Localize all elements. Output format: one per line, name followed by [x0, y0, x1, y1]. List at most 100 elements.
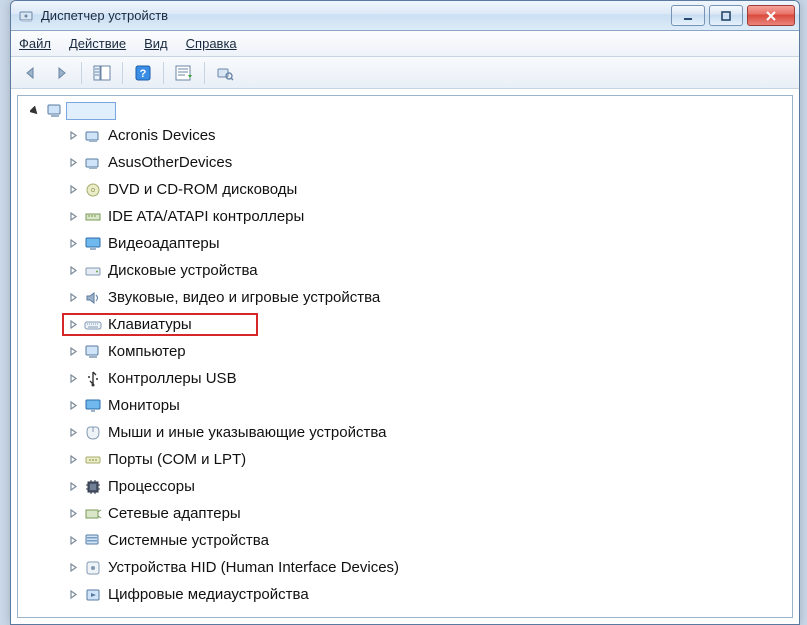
tree-item[interactable]: Системные устройства: [18, 527, 792, 554]
toolbar-separator: [163, 62, 164, 84]
tree-item[interactable]: Мониторы: [18, 392, 792, 419]
tree-item[interactable]: Дисковые устройства: [18, 257, 792, 284]
expand-icon[interactable]: [68, 131, 78, 141]
cpu-icon: [84, 478, 102, 496]
titlebar[interactable]: Диспетчер устройств: [11, 1, 799, 31]
tree-item[interactable]: Компьютер: [18, 338, 792, 365]
tree-item-label: Видеоадаптеры: [108, 235, 220, 252]
forward-button[interactable]: [47, 60, 75, 86]
root-label[interactable]: [66, 102, 116, 120]
menu-file[interactable]: Файл: [19, 36, 51, 51]
tree-item-label: Порты (COM и LPT): [108, 451, 246, 468]
toolbar-separator: [81, 62, 82, 84]
tree-item-label: Клавиатуры: [108, 316, 192, 333]
tree-item-label: Системные устройства: [108, 532, 269, 549]
expand-icon[interactable]: [68, 509, 78, 519]
hid-icon: [84, 559, 102, 577]
tree-item[interactable]: Acronis Devices: [18, 122, 792, 149]
scan-hardware-button[interactable]: [211, 60, 239, 86]
expand-icon[interactable]: [68, 590, 78, 600]
show-hide-tree-button[interactable]: [88, 60, 116, 86]
tree-item-label: Дисковые устройства: [108, 262, 258, 279]
mouse-icon: [84, 424, 102, 442]
tree-item[interactable]: AsusOtherDevices: [18, 149, 792, 176]
generic-icon: [84, 127, 102, 145]
port-icon: [84, 451, 102, 469]
expand-icon[interactable]: [68, 374, 78, 384]
minimize-button[interactable]: [671, 5, 705, 26]
maximize-button[interactable]: [709, 5, 743, 26]
properties-button[interactable]: [170, 60, 198, 86]
ide-icon: [84, 208, 102, 226]
generic-icon: [84, 154, 102, 172]
system-icon: [84, 532, 102, 550]
tree-item-label: Устройства HID (Human Interface Devices): [108, 559, 399, 576]
expand-icon[interactable]: [68, 212, 78, 222]
collapse-icon[interactable]: [30, 106, 40, 116]
close-button[interactable]: [747, 5, 795, 26]
computer-icon: [84, 343, 102, 361]
app-icon: [19, 8, 35, 24]
expand-icon[interactable]: [68, 239, 78, 249]
tree-item[interactable]: Контроллеры USB: [18, 365, 792, 392]
tree-item-label: Мыши и иные указывающие устройства: [108, 424, 386, 441]
tree-item-label: Контроллеры USB: [108, 370, 237, 387]
monitor-icon: [84, 397, 102, 415]
tree-item[interactable]: IDE ATA/ATAPI контроллеры: [18, 203, 792, 230]
menu-help[interactable]: Справка: [186, 36, 237, 51]
keyboard-icon: [84, 316, 102, 334]
content-area: Acronis Devices AsusOtherDevices DVD и CD-…: [11, 89, 799, 624]
network-icon: [84, 505, 102, 523]
tree-item[interactable]: Звуковые, видео и игровые устройства: [18, 284, 792, 311]
expand-icon[interactable]: [68, 455, 78, 465]
help-button[interactable]: ?: [129, 60, 157, 86]
expand-icon[interactable]: [68, 482, 78, 492]
tree-item[interactable]: Видеоадаптеры: [18, 230, 792, 257]
tree-item[interactable]: Клавиатуры: [18, 311, 792, 338]
window-title: Диспетчер устройств: [41, 8, 667, 23]
expand-icon[interactable]: [68, 185, 78, 195]
svg-text:?: ?: [140, 68, 147, 80]
menu-view[interactable]: Вид: [144, 36, 168, 51]
toolbar-separator: [204, 62, 205, 84]
drive-icon: [84, 262, 102, 280]
audio-icon: [84, 289, 102, 307]
device-tree[interactable]: Acronis Devices AsusOtherDevices DVD и CD-…: [17, 95, 793, 618]
expand-icon[interactable]: [68, 293, 78, 303]
tree-item[interactable]: Мыши и иные указывающие устройства: [18, 419, 792, 446]
tree-item[interactable]: Процессоры: [18, 473, 792, 500]
tree-item[interactable]: Устройства HID (Human Interface Devices): [18, 554, 792, 581]
tree-item-label: Сетевые адаптеры: [108, 505, 241, 522]
expand-icon[interactable]: [68, 428, 78, 438]
tree-root[interactable]: [18, 100, 792, 122]
tree-item-label: Процессоры: [108, 478, 195, 495]
tree-item[interactable]: Сетевые адаптеры: [18, 500, 792, 527]
tree-item-label: DVD и CD-ROM дисководы: [108, 181, 297, 198]
toolbar: ?: [11, 57, 799, 89]
window-frame: Диспетчер устройств Файл Действие Вид Сп…: [10, 0, 800, 625]
tree-item[interactable]: Цифровые медиаустройства: [18, 581, 792, 608]
tree-item-label: Acronis Devices: [108, 127, 216, 144]
display-icon: [84, 235, 102, 253]
expand-icon[interactable]: [68, 266, 78, 276]
expand-icon[interactable]: [68, 536, 78, 546]
expand-icon[interactable]: [68, 158, 78, 168]
tree-item-label: Компьютер: [108, 343, 186, 360]
tree-item[interactable]: Порты (COM и LPT): [18, 446, 792, 473]
menu-action[interactable]: Действие: [69, 36, 126, 51]
computer-icon: [46, 102, 64, 120]
back-button[interactable]: [17, 60, 45, 86]
toolbar-separator: [122, 62, 123, 84]
expand-icon[interactable]: [68, 347, 78, 357]
expand-icon[interactable]: [68, 401, 78, 411]
tree-item-label: IDE ATA/ATAPI контроллеры: [108, 208, 304, 225]
disc-icon: [84, 181, 102, 199]
tree-item-label: Мониторы: [108, 397, 180, 414]
menubar: Файл Действие Вид Справка: [11, 31, 799, 57]
usb-icon: [84, 370, 102, 388]
expand-icon[interactable]: [68, 563, 78, 573]
expand-icon[interactable]: [68, 320, 78, 330]
media-icon: [84, 586, 102, 604]
tree-item-label: Цифровые медиаустройства: [108, 586, 309, 603]
tree-item[interactable]: DVD и CD-ROM дисководы: [18, 176, 792, 203]
